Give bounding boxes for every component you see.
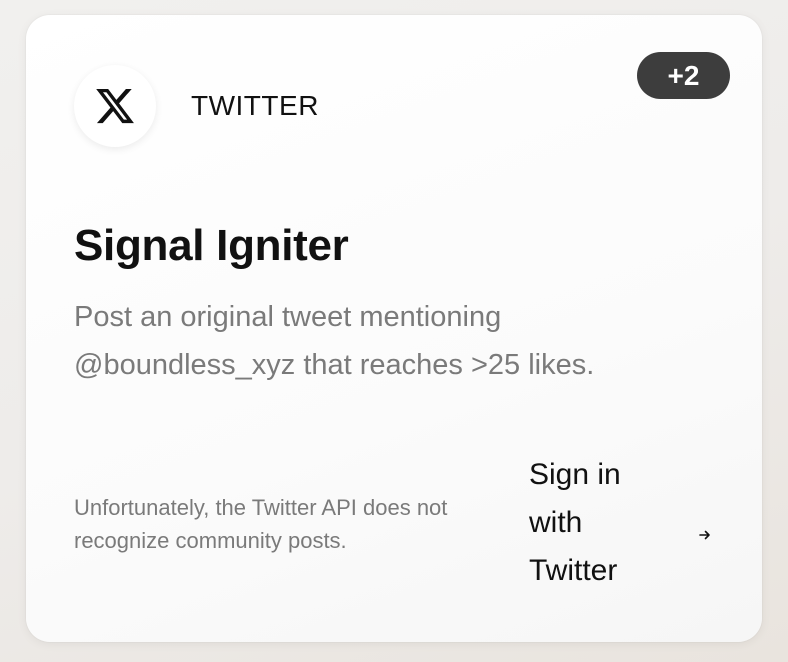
points-badge: +2 [637, 52, 730, 99]
api-limitation-note: Unfortunately, the Twitter API does not … [74, 495, 448, 553]
quest-card: TWITTER +2 Signal Igniter Post an origin… [26, 15, 762, 642]
x-logo-icon [74, 65, 156, 147]
sign-in-label: Sign in with Twitter [529, 458, 621, 587]
platform-label: TWITTER [191, 90, 319, 121]
arrow-right-icon [697, 527, 713, 543]
quest-description: Post an original tweet mentioning @bound… [74, 301, 595, 381]
quest-title: Signal Igniter [74, 221, 349, 270]
sign-in-with-twitter-button[interactable]: Sign in with Twitter [529, 451, 729, 601]
